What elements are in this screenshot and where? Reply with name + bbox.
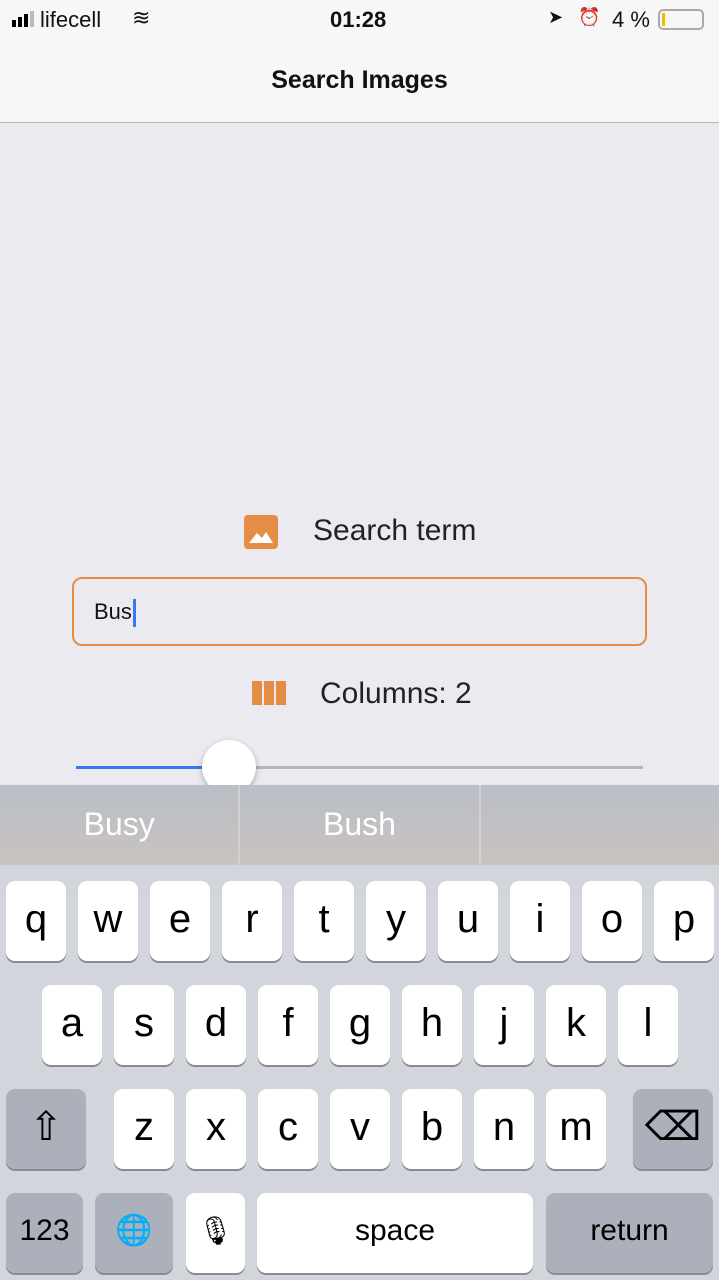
key-w[interactable]: w [78, 881, 138, 961]
image-icon [244, 515, 278, 549]
return-key[interactable]: return [546, 1193, 713, 1273]
key-n[interactable]: n [474, 1089, 534, 1169]
key-o[interactable]: o [582, 881, 642, 961]
key-d[interactable]: d [186, 985, 246, 1065]
key-r[interactable]: r [222, 881, 282, 961]
clock: 01:28 [330, 7, 387, 32]
page-title: Search Images [271, 66, 448, 94]
suggestion-bar: Busy Bush [0, 785, 719, 865]
key-l[interactable]: l [618, 985, 678, 1065]
key-m[interactable]: m [546, 1089, 606, 1169]
key-a[interactable]: a [42, 985, 102, 1065]
key-x[interactable]: x [186, 1089, 246, 1169]
key-f[interactable]: f [258, 985, 318, 1065]
key-y[interactable]: y [366, 881, 426, 961]
location-icon: ➤ [548, 7, 564, 27]
globe-key[interactable]: 🌐 [95, 1193, 173, 1273]
key-e[interactable]: e [150, 881, 210, 961]
key-v[interactable]: v [330, 1089, 390, 1169]
search-term-label: Search term [313, 514, 477, 547]
key-t[interactable]: t [294, 881, 354, 961]
key-h[interactable]: h [402, 985, 462, 1065]
key-c[interactable]: c [258, 1089, 318, 1169]
suggestion-item[interactable] [481, 785, 719, 865]
keyboard: q w e r t y u i o p a s d f g h j k l z x c v b n m ⇧ ⌫ 123 🌐 🎙 space re… [0, 865, 719, 1280]
key-p[interactable]: p [654, 881, 714, 961]
signal-icon [12, 11, 34, 27]
suggestion-item[interactable]: Busy [0, 785, 241, 865]
status-bar: lifecell ≋ 01:28 ➤ ⏰ 4 % [0, 0, 719, 40]
nav-bar: Search Images [0, 40, 719, 123]
space-key[interactable]: space [257, 1193, 533, 1273]
microphone-key[interactable]: 🎙 [186, 1193, 245, 1273]
alarm-icon: ⏰ [578, 7, 601, 27]
battery-percent: 4 % [612, 7, 650, 32]
key-u[interactable]: u [438, 881, 498, 961]
key-g[interactable]: g [330, 985, 390, 1065]
key-j[interactable]: j [474, 985, 534, 1065]
key-b[interactable]: b [402, 1089, 462, 1169]
columns-icon [252, 681, 286, 705]
numbers-key[interactable]: 123 [6, 1193, 83, 1273]
search-input-value: Bus [94, 599, 132, 624]
key-s[interactable]: s [114, 985, 174, 1065]
key-z[interactable]: z [114, 1089, 174, 1169]
search-input[interactable]: Bus [72, 577, 647, 646]
key-q[interactable]: q [6, 881, 66, 961]
text-caret [132, 599, 136, 628]
battery-icon [658, 9, 704, 30]
key-k[interactable]: k [546, 985, 606, 1065]
key-i[interactable]: i [510, 881, 570, 961]
wifi-icon: ≋ [132, 5, 151, 30]
columns-label: Columns: 2 [320, 677, 472, 710]
shift-key[interactable]: ⇧ [6, 1089, 86, 1169]
carrier: lifecell [40, 7, 102, 32]
suggestion-item[interactable]: Bush [240, 785, 481, 865]
backspace-key[interactable]: ⌫ [633, 1089, 713, 1169]
